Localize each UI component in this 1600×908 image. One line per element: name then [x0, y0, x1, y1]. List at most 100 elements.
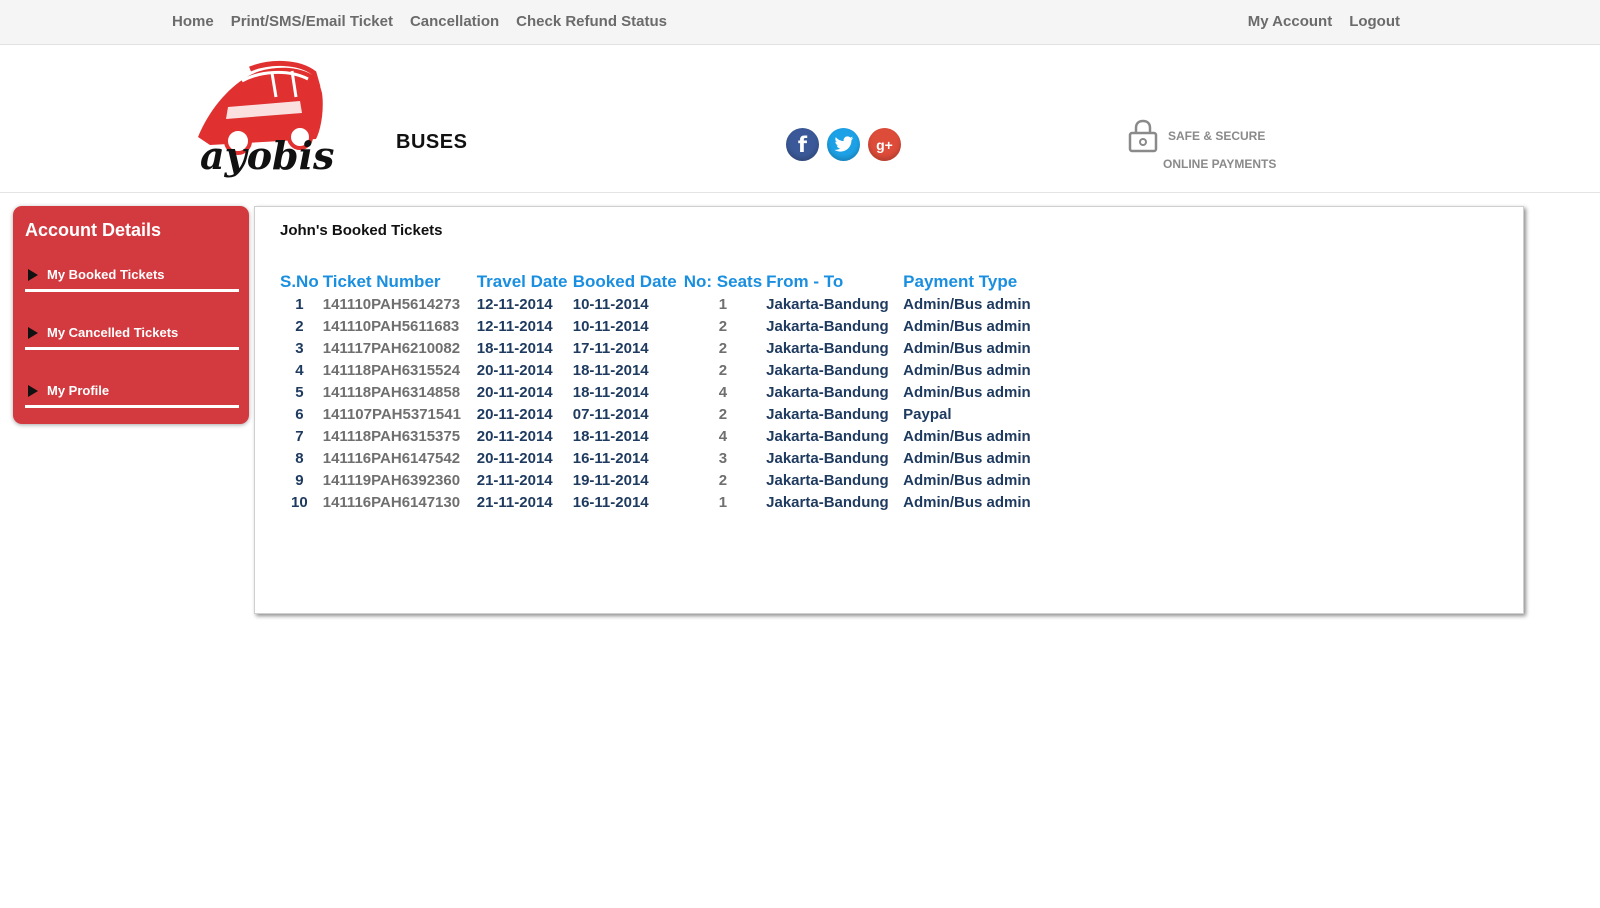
cell-payment-type: Admin/Bus admin [903, 295, 1031, 313]
sidebar-item-profile[interactable]: My Profile [25, 378, 239, 408]
nav-link-refund-status[interactable]: Check Refund Status [516, 13, 667, 30]
cell-ticket-number: 141118PAH6314858 [322, 383, 461, 401]
cell-travel-date: 12-11-2014 [476, 317, 553, 335]
cell-payment-type: Admin/Bus admin [903, 317, 1031, 335]
column-header-ticket-number: Ticket Number [322, 272, 441, 291]
top-nav-left: Home Print/SMS/Email Ticket Cancellation… [172, 13, 667, 30]
sidebar-item-label: My Profile [47, 383, 110, 398]
secure-text-line2: ONLINE PAYMENTS [1163, 157, 1277, 171]
nav-link-logout[interactable]: Logout [1349, 13, 1400, 30]
cell-payment-type: Admin/Bus admin [903, 361, 1031, 379]
cell-ticket-number: 141116PAH6147542 [322, 449, 461, 467]
lock-icon [1128, 119, 1158, 153]
cell-booked-date: 18-11-2014 [572, 361, 649, 379]
social-links: f g+ [786, 128, 901, 161]
cell-seats: 2 [718, 339, 728, 357]
arrow-right-icon [28, 385, 38, 397]
cell-travel-date: 21-11-2014 [476, 493, 553, 511]
table-row[interactable]: 6 141107PAH5371541 20-11-2014 07-11-2014 2 Ja… [280, 403, 1053, 425]
cell-route: Jakarta-Bandung [766, 471, 889, 489]
table-row[interactable]: 10 141116PAH6147130 21-11-2014 16-11-2014 1 J… [280, 491, 1053, 513]
cell-route: Jakarta-Bandung [766, 295, 889, 313]
cell-travel-date: 20-11-2014 [476, 449, 553, 467]
booked-tickets-table: S.No Ticket Number Travel Date Booked Da… [280, 271, 1053, 513]
nav-link-home[interactable]: Home [172, 13, 214, 30]
arrow-right-icon [28, 269, 38, 281]
twitter-icon[interactable] [827, 128, 860, 161]
cell-ticket-number: 141107PAH5371541 [322, 405, 461, 423]
cell-travel-date: 12-11-2014 [476, 295, 553, 313]
cell-seats: 4 [718, 383, 728, 401]
table-body: 1 141110PAH5614273 12-11-2014 10-11-2014 1 Ja… [280, 293, 1053, 513]
cell-sno: 8 [295, 449, 304, 467]
table-row[interactable]: 7 141118PAH6315375 20-11-2014 18-11-2014 4 Ja… [280, 425, 1053, 447]
cell-seats: 2 [718, 317, 728, 335]
nav-link-cancellation[interactable]: Cancellation [410, 13, 499, 30]
table-row[interactable]: 5 141118PAH6314858 20-11-2014 18-11-2014 4 Ja… [280, 381, 1053, 403]
cell-sno: 7 [295, 427, 304, 445]
table-row[interactable]: 3 141117PAH6210082 18-11-2014 17-11-2014 2 Ja… [280, 337, 1053, 359]
table-row[interactable]: 1 141110PAH5614273 12-11-2014 10-11-2014 1 Ja… [280, 293, 1053, 315]
column-header-booked-date: Booked Date [572, 272, 677, 291]
cell-booked-date: 07-11-2014 [572, 405, 649, 423]
cell-booked-date: 18-11-2014 [572, 383, 649, 401]
cell-payment-type: Admin/Bus admin [903, 427, 1031, 445]
table-row[interactable]: 4 141118PAH6315524 20-11-2014 18-11-2014 2 Ja… [280, 359, 1053, 381]
cell-sno: 10 [291, 493, 308, 511]
cell-booked-date: 19-11-2014 [572, 471, 649, 489]
cell-travel-date: 20-11-2014 [476, 405, 553, 423]
cell-sno: 1 [295, 295, 304, 313]
cell-travel-date: 20-11-2014 [476, 383, 553, 401]
cell-booked-date: 17-11-2014 [572, 339, 649, 357]
cell-sno: 5 [295, 383, 304, 401]
facebook-icon[interactable]: f [786, 128, 819, 161]
cell-travel-date: 20-11-2014 [476, 427, 553, 445]
cell-seats: 3 [718, 449, 728, 467]
table-row[interactable]: 2 141110PAH5611683 12-11-2014 10-11-2014 2 Ja… [280, 315, 1053, 337]
nav-link-print-ticket[interactable]: Print/SMS/Email Ticket [231, 13, 393, 30]
cell-travel-date: 21-11-2014 [476, 471, 553, 489]
cell-ticket-number: 141118PAH6315524 [322, 361, 461, 379]
sidebar-item-label: My Cancelled Tickets [47, 325, 179, 340]
cell-sno: 2 [295, 317, 304, 335]
cell-route: Jakarta-Bandung [766, 449, 889, 467]
cell-seats: 1 [718, 493, 728, 511]
sidebar-item-cancelled-tickets[interactable]: My Cancelled Tickets [25, 320, 239, 350]
sidebar-item-booked-tickets[interactable]: My Booked Tickets [25, 262, 239, 292]
cell-seats: 4 [718, 427, 728, 445]
cell-payment-type: Paypal [903, 405, 952, 423]
nav-link-my-account[interactable]: My Account [1248, 13, 1332, 30]
brand-label: BUSES [396, 131, 468, 153]
google-plus-icon[interactable]: g+ [868, 128, 901, 161]
cell-sno: 3 [295, 339, 304, 357]
cell-payment-type: Admin/Bus admin [903, 339, 1031, 357]
cell-payment-type: Admin/Bus admin [903, 471, 1031, 489]
cell-ticket-number: 141110PAH5614273 [322, 295, 461, 313]
svg-text:ayobis: ayobis [200, 133, 334, 178]
cell-route: Jakarta-Bandung [766, 361, 889, 379]
ayobis-logo[interactable]: ayobis [180, 57, 345, 179]
cell-payment-type: Admin/Bus admin [903, 493, 1031, 511]
cell-payment-type: Admin/Bus admin [903, 449, 1031, 467]
cell-booked-date: 16-11-2014 [572, 449, 649, 467]
table-header-row: S.No Ticket Number Travel Date Booked Da… [280, 271, 1053, 293]
cell-booked-date: 10-11-2014 [572, 317, 649, 335]
cell-sno: 9 [295, 471, 304, 489]
cell-ticket-number: 141118PAH6315375 [322, 427, 461, 445]
panel-title: John's Booked Tickets [280, 222, 443, 239]
column-header-seats: No: Seats [683, 272, 763, 291]
cell-seats: 1 [718, 295, 728, 313]
cell-sno: 6 [295, 405, 304, 423]
account-sidebar: Account Details My Booked Tickets My Can… [13, 206, 249, 424]
column-header-travel-date: Travel Date [476, 272, 568, 291]
cell-sno: 4 [295, 361, 304, 379]
table-row[interactable]: 8 141116PAH6147542 20-11-2014 16-11-2014 3 Ja… [280, 447, 1053, 469]
cell-route: Jakarta-Bandung [766, 427, 889, 445]
sidebar-item-label: My Booked Tickets [47, 267, 165, 282]
booked-tickets-panel: John's Booked Tickets S.No Ticket Number… [254, 206, 1524, 614]
cell-route: Jakarta-Bandung [766, 339, 889, 357]
top-nav-right: My Account Logout [1248, 13, 1400, 30]
cell-booked-date: 18-11-2014 [572, 427, 649, 445]
cell-seats: 2 [718, 405, 728, 423]
table-row[interactable]: 9 141119PAH6392360 21-11-2014 19-11-2014 2 Ja… [280, 469, 1053, 491]
